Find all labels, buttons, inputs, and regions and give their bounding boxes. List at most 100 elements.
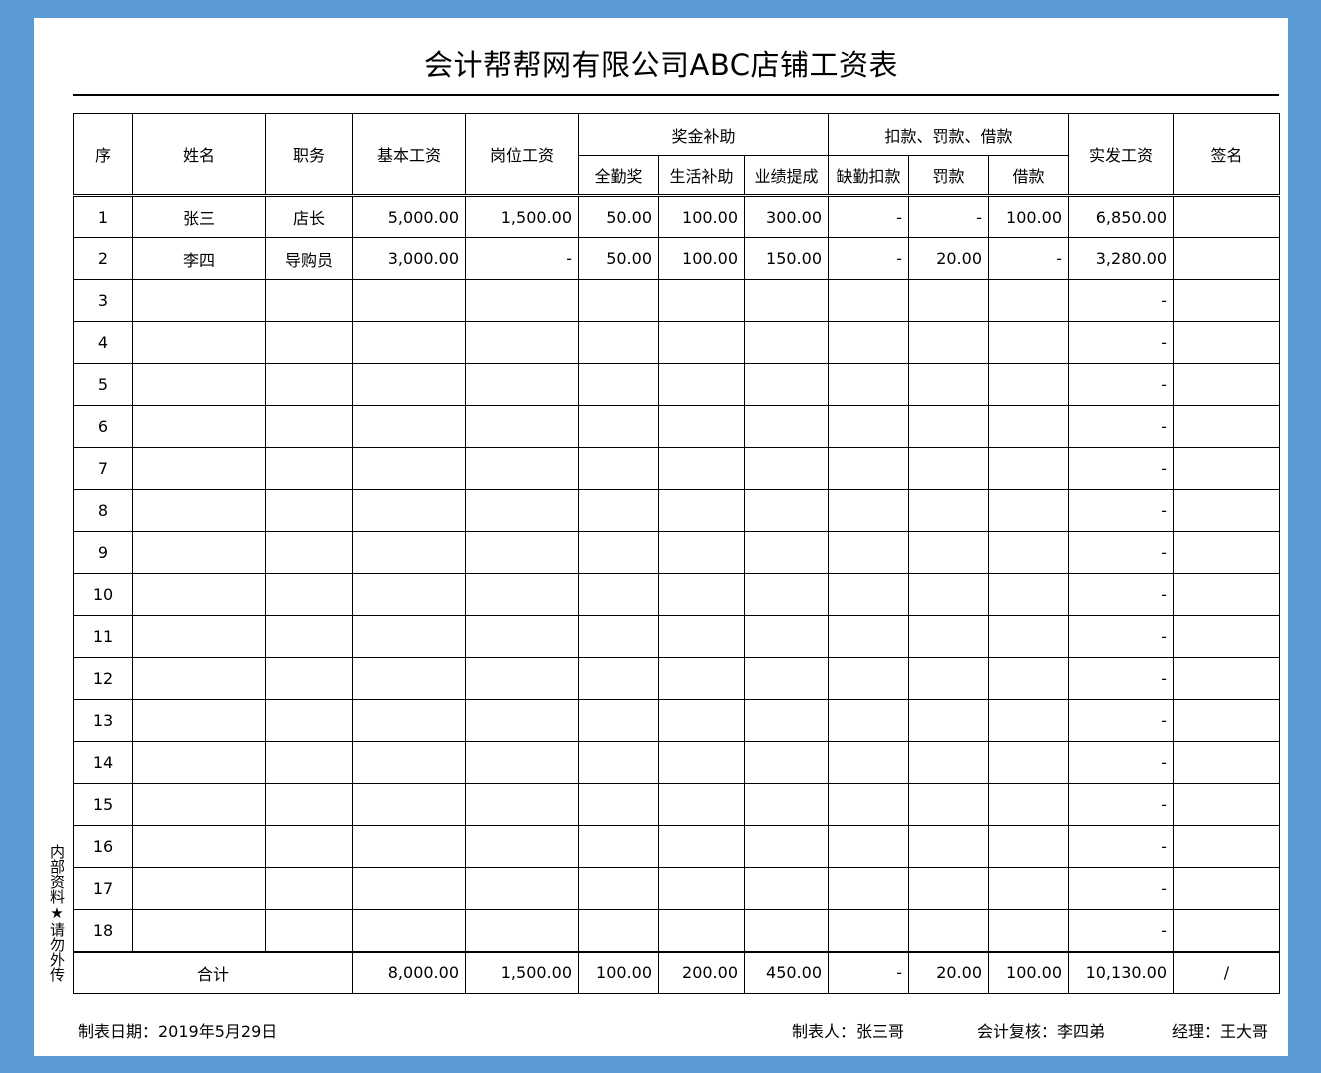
cell-base-salary	[352, 615, 466, 658]
cell-living-allowance: 100.00	[658, 195, 745, 238]
cell-name	[132, 405, 266, 448]
cell-absence-deduction	[828, 615, 909, 658]
total-full-attendance: 100.00	[578, 950, 659, 994]
cell-loan	[988, 321, 1069, 364]
cell-fine	[908, 573, 989, 616]
table-row: 6-	[73, 405, 1280, 448]
cell-living-allowance	[658, 321, 745, 364]
cell-living-allowance: 100.00	[658, 237, 745, 280]
cell-loan	[988, 699, 1069, 742]
cell-full-attendance	[578, 657, 659, 700]
cell-post-salary	[465, 321, 579, 364]
cell-absence-deduction	[828, 657, 909, 700]
cell-fine	[908, 321, 989, 364]
cell-name	[132, 741, 266, 784]
cell-net-pay: 3,280.00	[1068, 237, 1174, 280]
cell-signature	[1173, 825, 1280, 868]
cell-position	[265, 741, 353, 784]
cell-full-attendance	[578, 321, 659, 364]
cell-living-allowance	[658, 741, 745, 784]
cell-performance: 300.00	[744, 195, 829, 238]
header-bonus-group: 奖金补助	[578, 113, 829, 156]
cell-net-pay: -	[1068, 405, 1174, 448]
cell-net-pay: -	[1068, 909, 1174, 952]
footer-manager: 经理：王大哥	[1172, 1022, 1269, 1041]
cell-living-allowance	[658, 699, 745, 742]
cell-position	[265, 447, 353, 490]
cell-base-salary	[352, 489, 466, 532]
cell-position: 店长	[265, 195, 353, 238]
cell-living-allowance	[658, 783, 745, 826]
cell-loan	[988, 825, 1069, 868]
title-divider	[73, 94, 1279, 96]
cell-absence-deduction	[828, 573, 909, 616]
cell-loan	[988, 657, 1069, 700]
cell-absence-deduction	[828, 279, 909, 322]
cell-seq: 17	[73, 867, 133, 910]
total-performance: 450.00	[744, 950, 829, 994]
cell-loan	[988, 279, 1069, 322]
cell-loan: 100.00	[988, 195, 1069, 238]
cell-post-salary	[465, 741, 579, 784]
cell-seq: 12	[73, 657, 133, 700]
header-loan: 借款	[988, 155, 1069, 197]
cell-net-pay: -	[1068, 447, 1174, 490]
cell-full-attendance	[578, 867, 659, 910]
cell-seq: 6	[73, 405, 133, 448]
cell-net-pay: 6,850.00	[1068, 195, 1174, 238]
table-row: 2 李四 导购员 3,000.00-50.00 100.00 150.00-20.00-3…	[73, 237, 1280, 280]
cell-base-salary	[352, 825, 466, 868]
cell-performance	[744, 573, 829, 616]
cell-fine	[908, 867, 989, 910]
cell-position	[265, 573, 353, 616]
cell-net-pay: -	[1068, 783, 1174, 826]
cell-loan	[988, 447, 1069, 490]
cell-performance	[744, 531, 829, 574]
cell-performance	[744, 489, 829, 532]
cell-loan	[988, 741, 1069, 784]
header-fine: 罚款	[908, 155, 989, 197]
cell-living-allowance	[658, 489, 745, 532]
cell-name	[132, 279, 266, 322]
cell-seq: 10	[73, 573, 133, 616]
cell-fine	[908, 909, 989, 952]
total-loan: 100.00	[988, 950, 1069, 994]
table-row: 17 -	[73, 867, 1280, 910]
cell-fine	[908, 699, 989, 742]
total-signature: /	[1173, 950, 1280, 994]
cell-post-salary	[465, 447, 579, 490]
cell-position	[265, 699, 353, 742]
cell-fine	[908, 447, 989, 490]
header-deduct-group: 扣款、罚款、借款	[828, 113, 1069, 156]
cell-signature	[1173, 405, 1280, 448]
cell-performance	[744, 825, 829, 868]
cell-post-salary: -	[465, 237, 579, 280]
table-row: 15 -	[73, 783, 1280, 826]
cell-seq: 5	[73, 363, 133, 406]
cell-fine	[908, 363, 989, 406]
salary-sheet: 会计帮帮网有限公司ABC店铺工资表 序 姓名 职务 基本工资 岗位工资 奖金补助…	[34, 18, 1288, 1056]
cell-base-salary	[352, 657, 466, 700]
cell-name	[132, 489, 266, 532]
cell-name	[132, 825, 266, 868]
cell-signature	[1173, 741, 1280, 784]
cell-position	[265, 321, 353, 364]
cell-performance	[744, 615, 829, 658]
cell-performance	[744, 783, 829, 826]
cell-base-salary	[352, 279, 466, 322]
cell-seq: 18	[73, 909, 133, 952]
cell-net-pay: -	[1068, 657, 1174, 700]
cell-performance	[744, 657, 829, 700]
cell-name	[132, 573, 266, 616]
cell-base-salary: 5,000.00	[352, 195, 466, 238]
cell-living-allowance	[658, 867, 745, 910]
cell-base-salary	[352, 699, 466, 742]
table-row: 1 张三 店长 5,000.00 1,500.00 50.00 100.00 300.00- -…	[73, 195, 1280, 238]
cell-performance	[744, 741, 829, 784]
cell-position	[265, 825, 353, 868]
header-absence-deduction: 缺勤扣款	[828, 155, 909, 197]
cell-net-pay: -	[1068, 615, 1174, 658]
cell-performance	[744, 363, 829, 406]
cell-full-attendance	[578, 909, 659, 952]
cell-seq: 3	[73, 279, 133, 322]
